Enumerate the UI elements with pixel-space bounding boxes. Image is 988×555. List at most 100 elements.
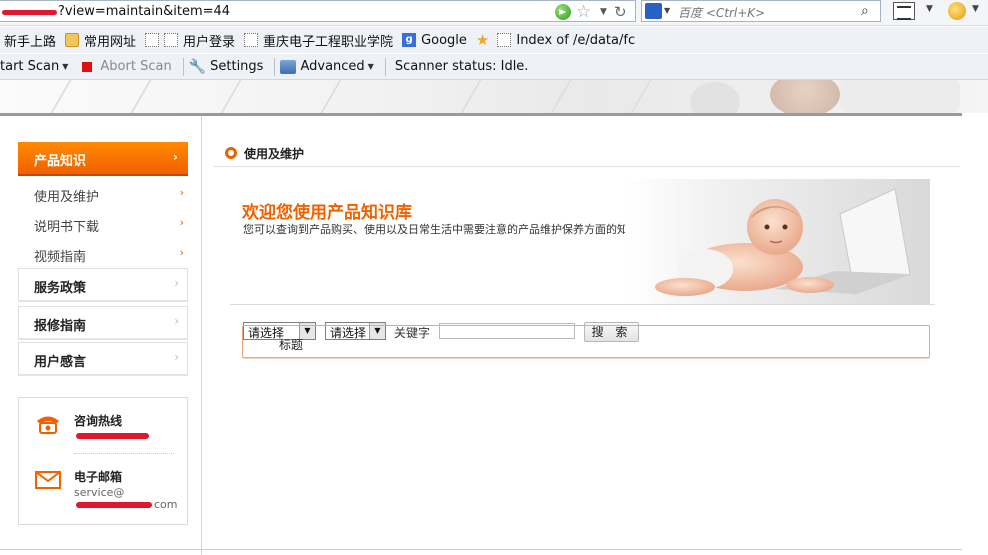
- toolbar-separator: [182, 57, 184, 76]
- hero-subtitle: 您可以查询到产品购买、使用以及日常生活中需要注意的产品维护保养方面的知识。: [243, 223, 650, 236]
- contact-divider: [74, 453, 174, 454]
- phone-icon: [37, 416, 59, 434]
- email-prefix: service@: [74, 486, 125, 499]
- hotline-title: 咨询热线: [74, 414, 123, 428]
- subitem-label: 说明书下载: [34, 220, 100, 235]
- address-bar[interactable]: ?view=maintain&item=44 ☆ ▼ ↻: [0, 0, 636, 22]
- search-icon[interactable]: ⌕: [861, 1, 869, 21]
- star-icon[interactable]: ★: [476, 33, 489, 48]
- column-title: 标题: [279, 338, 304, 352]
- abort-scan-label: Abort Scan: [100, 59, 172, 74]
- bookmark-item[interactable]: 新手上路: [4, 31, 56, 50]
- sidebar: 产品知识 › 使用及维护 › 说明书下载 › 视频指南 › 服务政策 › 报修指…: [5, 116, 202, 555]
- abort-scan-button[interactable]: Abort Scan: [74, 59, 172, 74]
- google-icon: g: [402, 33, 417, 47]
- sidebar-item-product-knowledge[interactable]: 产品知识 ›: [18, 142, 188, 176]
- settings-button[interactable]: 🔧 Settings: [189, 59, 264, 75]
- bookmark-item[interactable]: 重庆电子工程职业学院: [244, 31, 393, 50]
- page-title: 使用及维护: [244, 147, 305, 161]
- page-icon: [164, 33, 179, 47]
- footer-divider: [0, 549, 962, 550]
- knowledge-hero: 欢迎您使用产品知识库 您可以查询到产品购买、使用以及日常生活中需要注意的产品维护…: [230, 179, 935, 342]
- sidebar-item-label: 服务政策: [34, 281, 87, 296]
- scanner-toolbar: tart Scan ▼ Abort Scan 🔧 Settings Advanc…: [0, 54, 988, 80]
- bookmark-star-icon[interactable]: ☆: [576, 1, 591, 23]
- engine-dropdown-icon[interactable]: ▼: [664, 3, 670, 19]
- bookmark-label: Index of /e/data/fc: [516, 32, 636, 48]
- email-title: 电子邮箱: [74, 470, 123, 484]
- chevron-right-icon: ›: [179, 216, 184, 229]
- history-dropdown-icon[interactable]: ▼: [600, 3, 607, 21]
- chevron-right-icon: ›: [179, 246, 184, 259]
- baby-laptop-image: [625, 179, 930, 304]
- chevron-right-icon: ›: [174, 314, 179, 328]
- results-table-header: 标题: [242, 325, 930, 358]
- bookmark-label: 重庆电子工程职业学院: [263, 34, 394, 50]
- wrench-icon: 🔧: [188, 58, 207, 75]
- redacted-url-prefix: [2, 10, 57, 15]
- bookmark-item[interactable]: 常用网址: [65, 31, 136, 50]
- sidebar-subitem-video-guide[interactable]: 视频指南 ›: [34, 246, 184, 268]
- sidebar-item-label: 用户感言: [34, 355, 87, 370]
- subitem-label: 视频指南: [34, 250, 87, 265]
- mail-icon: [35, 471, 61, 489]
- stop-icon: [82, 61, 93, 72]
- main-content: 使用及维护 欢迎您使用产品知识库 您可以查询到产品购买、使用以及日常生活中需要注…: [203, 116, 960, 555]
- chevron-right-icon: ›: [173, 150, 178, 164]
- bookmarks-bar: 新手上路 常用网址 用户登录 重庆电子工程职业学院 g Google ★ Ind…: [0, 27, 988, 53]
- sidebar-subitem-maintenance[interactable]: 使用及维护 ›: [34, 186, 184, 208]
- page-icon: [244, 33, 259, 47]
- search-placeholder: 百度 <Ctrl+K>: [678, 6, 766, 20]
- chevron-right-icon: ›: [174, 276, 179, 290]
- sidebar-item-testimonials[interactable]: 用户感言 ›: [18, 342, 188, 376]
- advanced-button[interactable]: Advanced ▼: [280, 59, 374, 74]
- address-text: ?view=maintain&item=44: [58, 4, 231, 19]
- sidebar-item-service-policy[interactable]: 服务政策 ›: [18, 268, 188, 302]
- search-engine-box[interactable]: 🐾 ▼ 百度 <Ctrl+K> ⌕: [641, 0, 881, 22]
- tool-dropdown-icon[interactable]: ▼: [926, 4, 933, 14]
- screenshot-tool-icon[interactable]: [893, 2, 915, 20]
- toolbar-separator: [274, 57, 276, 76]
- settings-label: Settings: [210, 59, 264, 74]
- bookmark-item[interactable]: 用户登录: [145, 31, 235, 50]
- sidebar-item-label: 报修指南: [34, 319, 87, 334]
- start-scan-button[interactable]: tart Scan ▼: [0, 59, 68, 74]
- title-divider: [213, 166, 960, 167]
- browser-toolbar: ?view=maintain&item=44 ☆ ▼ ↻ 🐾 ▼ 百度 <Ctr…: [0, 0, 988, 26]
- chevron-right-icon: ›: [179, 186, 184, 199]
- chevron-down-icon: ▼: [62, 62, 69, 71]
- ring-bullet-icon: [225, 147, 237, 159]
- bookmark-item[interactable]: g Google: [402, 33, 467, 48]
- bookmark-label: 用户登录: [183, 34, 236, 50]
- scanner-status: Scanner status: Idle.: [394, 59, 529, 74]
- bookmark-item[interactable]: Index of /e/data/fc: [497, 33, 635, 48]
- hero-title: 欢迎您使用产品知识库: [242, 203, 412, 223]
- page-icon: [497, 33, 512, 47]
- redacted-email: [76, 502, 152, 508]
- extension-icon[interactable]: [948, 2, 966, 20]
- sidebar-subitem-manual-download[interactable]: 说明书下载 ›: [34, 216, 184, 238]
- folder-icon: [65, 33, 80, 47]
- bookmark-label: 新手上路: [4, 34, 57, 50]
- page-icon: [145, 33, 160, 47]
- advanced-label: Advanced: [300, 59, 365, 74]
- hero-divider: [230, 304, 935, 305]
- sidebar-item-repair-guide[interactable]: 报修指南 ›: [18, 306, 188, 340]
- redacted-phone: [76, 433, 149, 439]
- subitem-label: 使用及维护: [34, 190, 100, 205]
- chevron-right-icon: ›: [174, 350, 179, 364]
- baidu-paw-icon[interactable]: 🐾: [645, 3, 662, 19]
- bookmark-label: 常用网址: [84, 34, 137, 50]
- email-suffix: com: [154, 498, 178, 511]
- reload-icon[interactable]: ↻: [614, 1, 627, 23]
- extension-dropdown-icon[interactable]: ▼: [972, 4, 979, 14]
- chevron-down-icon: ▼: [367, 62, 374, 71]
- toolbar-separator: [384, 57, 386, 76]
- bookmark-label: Google: [421, 32, 467, 48]
- go-arrow-icon[interactable]: [555, 4, 571, 20]
- sidebar-item-label: 产品知识: [34, 154, 87, 169]
- advanced-icon: [280, 59, 297, 74]
- start-scan-label: tart Scan: [0, 59, 60, 74]
- header-banner: [0, 80, 988, 113]
- contact-box: 咨询热线 电子邮箱 service@ com: [18, 397, 188, 525]
